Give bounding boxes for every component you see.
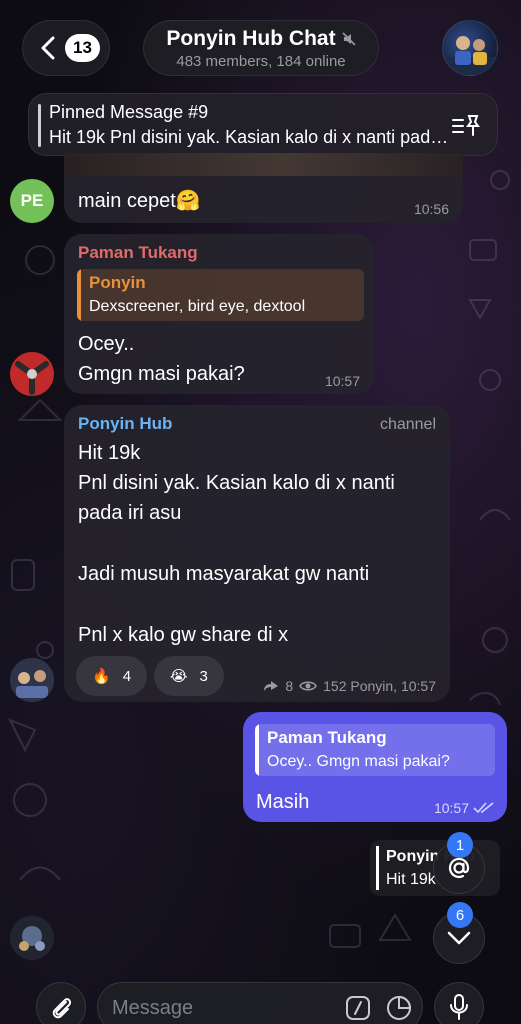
message-line: Pnl x kalo gw share di x bbox=[78, 624, 289, 646]
avatar-hub-image bbox=[10, 658, 54, 702]
pinned-title: Pinned Message #9 bbox=[49, 102, 209, 122]
chevron-left-icon bbox=[41, 36, 55, 60]
message-time: 10:56 bbox=[413, 201, 449, 217]
message-line: Hit 19k bbox=[78, 442, 141, 464]
pinned-accent-bar bbox=[38, 104, 41, 147]
message-line: Jadi musuh masyarakat gw nanti bbox=[78, 563, 370, 585]
message-line: Ocey.. bbox=[78, 333, 135, 355]
reply-accent-bar bbox=[255, 724, 259, 776]
message-line: Pnl disini yak. Kasian kalo di x nanti bbox=[78, 472, 395, 494]
sticker-icon[interactable] bbox=[386, 995, 412, 1021]
avatar-ponyin-hub[interactable] bbox=[10, 658, 54, 702]
reply-text: Dexscreener, bird eye, dextool bbox=[89, 298, 306, 315]
command-slash-icon[interactable] bbox=[345, 995, 371, 1021]
mention-count-badge: 1 bbox=[447, 832, 473, 858]
crying-emoji-icon: 😭 bbox=[170, 668, 188, 685]
reaction-count: 3 bbox=[199, 667, 208, 685]
unread-count-badge: 13 bbox=[65, 34, 100, 62]
reply-quote[interactable]: Paman Tukang Ocey.. Gmgn masi pakai? bbox=[255, 724, 495, 776]
avatar-paman-tukang[interactable] bbox=[10, 352, 54, 396]
avatar-ponyin-hub[interactable] bbox=[10, 916, 54, 960]
avatar-initials: PE bbox=[20, 191, 44, 210]
message-bubble-outgoing[interactable]: Paman Tukang Ocey.. Gmgn masi pakai? Mas… bbox=[243, 712, 507, 822]
group-avatar[interactable] bbox=[442, 20, 498, 76]
avatar-paman-image bbox=[10, 352, 54, 396]
pinned-text: Hit 19k Pnl disini yak. Kasian kalo di x… bbox=[49, 127, 449, 147]
read-checkmarks-icon bbox=[473, 802, 494, 814]
preview-text: Hit 19k bbox=[386, 871, 436, 888]
reply-quote[interactable]: Ponyin Dexscreener, bird eye, dextool bbox=[77, 269, 364, 321]
message-time: 10:57 bbox=[433, 800, 469, 816]
forward-icon bbox=[264, 681, 279, 691]
paperclip-icon bbox=[52, 998, 72, 1019]
message-line: pada iri asu bbox=[78, 502, 182, 524]
fire-emoji-icon: 🔥 bbox=[92, 668, 111, 685]
views-eye-icon bbox=[299, 681, 318, 691]
reply-text: Ocey.. Gmgn masi pakai? bbox=[267, 753, 450, 770]
preview-accent-bar bbox=[376, 846, 379, 890]
attach-button[interactable] bbox=[36, 982, 86, 1024]
chat-subtitle: 483 members, 184 online bbox=[176, 52, 346, 70]
channel-tag: channel bbox=[379, 416, 436, 433]
reply-sender: Paman Tukang bbox=[267, 728, 387, 747]
reaction-fire[interactable]: 🔥 4 bbox=[76, 656, 148, 696]
unread-messages-badge: 6 bbox=[447, 902, 473, 928]
message-input[interactable] bbox=[112, 993, 332, 1023]
sender-name: Ponyin Hub bbox=[78, 414, 173, 433]
sender-name: Paman Tukang bbox=[78, 243, 198, 262]
at-sign-icon bbox=[448, 857, 470, 879]
group-avatar-image bbox=[443, 36, 497, 75]
message-bubble-channel[interactable]: Ponyin Hub channel Hit 19k Pnl disini ya… bbox=[64, 405, 450, 702]
message-text: main cepet🤗 bbox=[78, 190, 201, 212]
pinned-message-bar[interactable]: Pinned Message #9 Hit 19k Pnl disini yak… bbox=[28, 93, 498, 156]
back-button[interactable]: 13 bbox=[22, 20, 110, 76]
reply-accent-bar bbox=[77, 269, 81, 321]
message-meta: 8 152 Ponyin, 10:57 bbox=[263, 678, 436, 694]
chevron-down-icon bbox=[447, 931, 471, 945]
chat-title-pill[interactable]: Ponyin Hub Chat 483 members, 184 online bbox=[143, 20, 379, 76]
pin-list-icon[interactable] bbox=[451, 113, 481, 139]
photo-fragment bbox=[64, 153, 463, 176]
microphone-icon bbox=[450, 994, 468, 1020]
message-text: Masih bbox=[256, 791, 310, 813]
reaction-crying[interactable]: 😭 3 bbox=[154, 656, 224, 696]
chat-header: 13 Ponyin Hub Chat 483 members, 184 onli… bbox=[0, 0, 521, 92]
message-bubble-incoming[interactable]: Paman Tukang Ponyin Dexscreener, bird ey… bbox=[64, 234, 374, 394]
message-bubble-incoming[interactable]: main cepet🤗 10:56 bbox=[64, 153, 463, 223]
message-input-field[interactable] bbox=[97, 982, 423, 1024]
reply-sender: Ponyin bbox=[89, 273, 146, 292]
views-and-time: 152 Ponyin, 10:57 bbox=[323, 678, 436, 694]
chat-title: Ponyin Hub Chat bbox=[166, 26, 336, 50]
reaction-count: 4 bbox=[122, 667, 132, 685]
avatar-pe[interactable]: PE bbox=[10, 179, 54, 223]
muted-icon bbox=[342, 31, 356, 46]
voice-record-button[interactable] bbox=[434, 982, 484, 1024]
forward-count: 8 bbox=[285, 678, 294, 694]
avatar-hub-image bbox=[10, 916, 54, 960]
message-time: 10:57 bbox=[324, 373, 360, 389]
message-line: Gmgn masi pakai? bbox=[78, 363, 245, 385]
